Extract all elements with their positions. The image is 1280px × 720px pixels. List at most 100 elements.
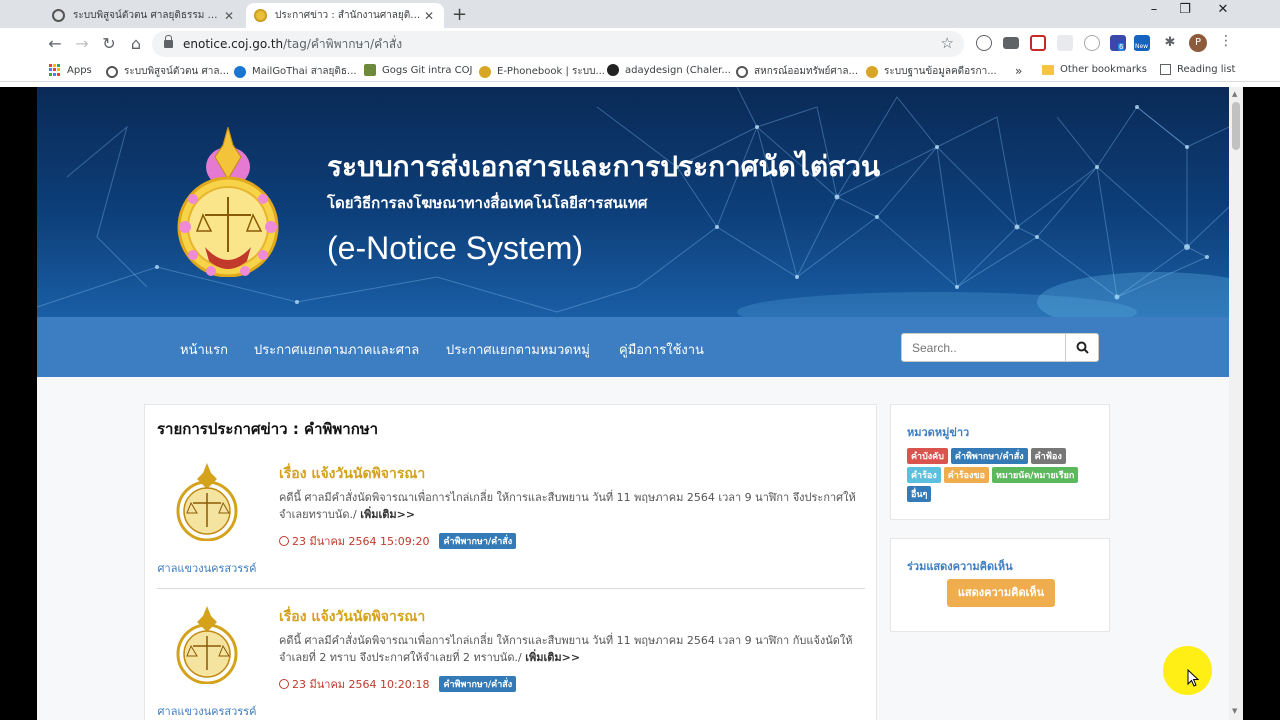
minimize-icon[interactable]: – [1139,2,1169,17]
comment-title: ร่วมแสดงความคิดเห็น [907,560,1013,573]
record-extension-icon[interactable] [1030,35,1046,51]
mailgothai-icon [234,65,246,78]
extension-icon[interactable]: 6 [1110,35,1126,51]
category-tag[interactable]: หมายนัด/หมายเรียก [991,467,1079,483]
web-page: ระบบการส่งเอกสารและการประกาศนัดไต่สวน โด… [37,87,1229,720]
extension-count-badge: 6 [1118,43,1125,51]
gogs-icon [364,64,376,76]
bookmark-ephonebook[interactable]: E-Phonebook | ระบบ... [479,64,605,79]
close-window-icon[interactable]: ✕ [1208,2,1238,17]
tab-title: ประกาศข่าว : สำนักงานศาลยุติธรรม [275,10,422,21]
categories-card: หมวดหมู่ข่าว คำบังคับ คำพิพากษา/คำสั่ง คำฟ… [890,404,1110,520]
extension-icon[interactable] [976,35,992,51]
bookmark-label: ระบบพิสูจน์ตัวตน ศาล... [124,66,230,77]
bookmark-label: Apps [67,64,92,76]
extension-icon[interactable] [1057,35,1073,51]
read-more-link[interactable]: เพิ่มเติม>> [525,651,580,664]
category-tag[interactable]: คำบังคับ [907,448,948,464]
main-navbar: หน้าแรก ประกาศแยกตามภาคและศาล ประกาศแยกต… [37,317,1229,377]
bookmark-star-icon[interactable]: ☆ [941,34,954,52]
url-path: /tag/คำพิพากษา/คำสั่ง [283,36,403,51]
nav-by-region-court[interactable]: ประกาศแยกตามภาคและศาล [254,339,419,360]
globe-icon [106,65,118,78]
folder-icon [1042,64,1054,75]
home-icon[interactable]: ⌂ [125,33,147,55]
restore-icon[interactable]: ❐ [1170,2,1200,17]
category-badge[interactable]: คำพิพากษา/คำสั่ง [439,533,517,549]
tab-title: ระบบพิสูจน์ตัวตน ศาลยุติธรรม Authen [73,10,222,21]
close-tab-icon[interactable]: ✕ [422,9,436,23]
court-emblem-icon[interactable] [175,606,239,684]
reading-list-icon [1160,64,1171,75]
bookmark-gogs[interactable]: Gogs Git intra COJ [364,64,473,76]
new-tab-icon[interactable]: + [452,4,467,25]
news-list-heading: รายการประกาศข่าว : คำพิพากษา [157,420,379,438]
court-seal-logo [177,127,279,277]
bookmark-github[interactable]: adaydesign (Chaler... [607,64,731,76]
category-tag[interactable]: คำพิพากษา/คำสั่ง [950,448,1028,464]
extension-icon[interactable] [1084,35,1100,51]
read-more-link[interactable]: เพิ่มเติม>> [360,508,415,521]
category-tag[interactable]: คำฟ้อง [1030,448,1066,464]
site-banner: ระบบการส่งเอกสารและการประกาศนัดไต่สวน โด… [37,87,1229,317]
bookmark-cooperative[interactable]: สหกรณ์ออมทรัพย์ศาล... [736,64,858,79]
other-bookmarks[interactable]: Other bookmarks [1042,64,1147,75]
categories-title: หมวดหมู่ข่าว [907,426,970,439]
bookmark-label: Gogs Git intra COJ [382,64,473,76]
camera-extension-icon[interactable] [1003,37,1019,49]
bookmarks-overflow-icon[interactable]: » [1015,64,1022,78]
court-name-link[interactable]: ศาลแขวงนครสวรรค์ [157,702,257,720]
reading-list[interactable]: Reading list [1160,64,1235,75]
scrollbar-thumb[interactable] [1232,102,1240,150]
nav-home[interactable]: หน้าแรก [180,339,228,360]
search-button[interactable] [1065,334,1098,361]
lock-icon [164,35,173,48]
search-box [901,333,1099,362]
nav-manual[interactable]: คู่มือการใช้งาน [619,339,704,360]
comment-button[interactable]: แสดงความคิดเห็น [947,579,1055,607]
tab-authen[interactable]: ระบบพิสูจน์ตัวตน ศาลยุติธรรม Authen ✕ [44,3,244,28]
category-tag[interactable]: คำร้อง [907,467,941,483]
bookmark-label: MailGoThai สาลยุติธ... [252,66,357,77]
back-icon[interactable]: ← [44,33,66,55]
banner-title: ระบบการส่งเอกสารและการประกาศนัดไต่สวน [327,150,881,183]
category-tag[interactable]: อื่นๆ [907,486,932,502]
category-tag[interactable]: คำร้องขอ [943,467,989,483]
news-title-link[interactable]: เรื่อง แจ้งวันนัดพิจารณา [279,463,425,485]
bookmark-apps[interactable]: Apps [49,64,92,76]
bookmark-authen[interactable]: ระบบพิสูจน์ตัวตน ศาล... [106,64,229,79]
tab-enotice[interactable]: ประกาศข่าว : สำนักงานศาลยุติธรรม ✕ [246,3,444,28]
profile-avatar[interactable]: P [1189,34,1207,52]
other-bookmarks-label: Other bookmarks [1060,64,1147,75]
address-bar[interactable]: enotice.coj.go.th/tag/คำพิพากษา/คำสั่ง ☆ [152,31,964,57]
category-badge[interactable]: คำพิพากษา/คำสั่ง [439,676,517,692]
court-emblem-icon[interactable] [175,463,239,541]
news-list-card: รายการประกาศข่าว : คำพิพากษา ศาลแขวงนครส… [144,404,877,720]
browser-chrome: ระบบพิสูจน์ตัวตน ศาลยุติธรรม Authen ✕ ปร… [0,0,1280,87]
news-excerpt: คดีนี้ ศาลมีคำสั่งนัดพิจารณาเพื่อการไกล่… [279,632,859,666]
scroll-up-icon[interactable]: ▲ [1232,90,1237,98]
bookmarks-bar: Apps ระบบพิสูจน์ตัวตน ศาล... MailGoThai … [0,60,1280,82]
menu-kebab-icon[interactable]: ⋮ [1219,33,1233,49]
globe-icon [52,9,65,22]
coj-icon [866,65,878,78]
bookmark-label: E-Phonebook | ระบบ... [497,66,605,77]
news-meta: 23 มีนาคม 2564 10:20:18 คำพิพากษา/คำสั่ง [279,675,517,693]
bookmark-mailgothai[interactable]: MailGoThai สาลยุติธ... [234,64,357,79]
court-name-link[interactable]: ศาลแขวงนครสวรรค์ [157,559,257,577]
globe-icon [736,65,748,78]
bookmark-label: สหกรณ์ออมทรัพย์ศาล... [754,66,859,77]
bookmark-database[interactable]: ระบบฐานข้อมูลคดีอรกา... [866,64,997,79]
search-input[interactable] [902,334,1065,361]
puzzle-extensions-icon[interactable]: ✱ [1162,35,1178,51]
close-tab-icon[interactable]: ✕ [222,9,236,23]
news-title-link[interactable]: เรื่อง แจ้งวันนัดพิจารณา [279,606,425,628]
scroll-down-icon[interactable]: ▼ [1232,707,1237,715]
page-scrollbar[interactable]: ▲ ▼ [1229,87,1243,720]
extension-new-icon[interactable]: New [1134,35,1150,51]
github-icon [607,64,619,76]
reload-icon[interactable]: ↻ [98,33,120,55]
clock-icon [279,679,289,689]
nav-by-category[interactable]: ประกาศแยกตามหมวดหมู่ [446,339,590,360]
forward-icon[interactable]: → [71,33,93,55]
